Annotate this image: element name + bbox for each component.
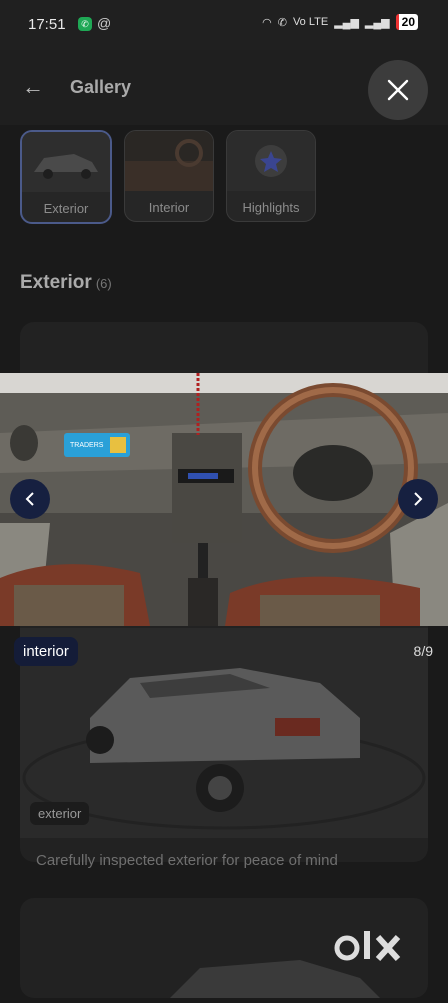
signal-icon: ▂▄▆: [334, 16, 359, 29]
status-time: 17:51: [28, 16, 66, 33]
battery-indicator: 20: [395, 14, 418, 30]
tab-exterior[interactable]: Exterior: [20, 130, 112, 224]
exterior-thumb: [22, 132, 110, 192]
sticker-label: TRADERS: [70, 442, 104, 449]
exterior-badge: exterior: [30, 802, 90, 825]
page-title: Gallery: [70, 77, 132, 97]
highlights-thumb: [227, 131, 315, 191]
status-right: ◠ ✆ Vo LTE ▂▄▆ ▂▄▆ 20: [262, 14, 418, 30]
image-category-tag: interior: [14, 637, 78, 666]
tab-interior[interactable]: Interior: [124, 130, 214, 222]
signal-icon-2: ▂▄▆: [364, 16, 390, 29]
gallery-photo[interactable]: TRADERS: [0, 373, 448, 626]
gallery-tabs: Exterior Interior Highlights: [20, 130, 316, 224]
wifi-icon: ◠: [262, 16, 272, 29]
section-heading: Exterior (6): [20, 272, 112, 294]
chevron-right-icon: [414, 492, 423, 506]
tab-highlights[interactable]: Highlights: [226, 130, 316, 222]
section-title: Exterior: [20, 272, 92, 293]
section-count: (6): [95, 276, 112, 291]
tab-label: Interior: [148, 200, 190, 215]
volte-label: Vo LTE: [292, 16, 329, 28]
tab-label: Exterior: [43, 201, 89, 216]
status-bar: 17:51 ✆ @ ◠ ✆ Vo LTE ▂▄▆ ▂▄▆ 20: [0, 0, 448, 50]
card-caption: Carefully inspected exterior for peace o…: [36, 852, 338, 869]
close-button[interactable]: [368, 60, 428, 120]
olx-logo: [334, 925, 414, 981]
tab-label: Highlights: [242, 200, 300, 215]
whatsapp-icon: ✆: [78, 17, 92, 31]
chevron-left-icon: [25, 492, 34, 506]
arrow-left-icon[interactable]: ←: [22, 74, 44, 100]
at-icon: @: [97, 15, 112, 31]
call-icon: ✆: [277, 16, 287, 29]
close-icon: [387, 79, 409, 101]
prev-image-button[interactable]: [10, 479, 50, 519]
interior-thumb: [125, 131, 213, 191]
image-counter: 8/9: [413, 643, 433, 659]
next-image-button[interactable]: [398, 479, 438, 519]
